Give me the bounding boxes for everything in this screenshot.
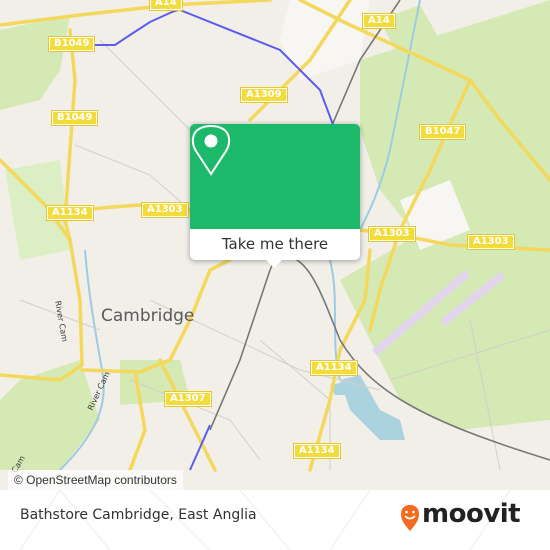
- road-a14: [0, 0, 272, 27]
- footer: Bathstore Cambridge, East Anglia moovit: [0, 490, 550, 550]
- road-label-a1303: A1303: [368, 226, 416, 242]
- green-area: [0, 15, 70, 110]
- map-view[interactable]: A14 A14 B1049 B1049 A1309 B1047 A1134 A1…: [0, 0, 550, 490]
- road-label-a14: A14: [362, 13, 396, 29]
- moovit-logo-text: moovit: [422, 499, 521, 529]
- moovit-smile-pin-icon: [401, 505, 419, 531]
- road-label-b1047: B1047: [418, 124, 467, 140]
- location-popup: Take me there: [190, 124, 360, 268]
- road-label-a1134: A1134: [293, 443, 341, 459]
- road-label-a1303: A1303: [141, 202, 189, 218]
- road-a1307: [158, 358, 217, 472]
- road-label-a1307: A1307: [164, 391, 212, 407]
- busway: [189, 424, 211, 471]
- place-title: Bathstore Cambridge, East Anglia: [20, 507, 257, 523]
- popup-header: [190, 124, 360, 229]
- road-label-a14: A14: [149, 0, 183, 11]
- road-label-a1134: A1134: [310, 360, 358, 376]
- road-label-b1049: B1049: [47, 36, 96, 52]
- road-label-a1303: A1303: [467, 234, 515, 250]
- city-label-cambridge: Cambridge: [101, 306, 195, 326]
- road-label-b1049: B1049: [50, 110, 99, 126]
- map-pin-icon: [191, 125, 231, 176]
- road: [0, 238, 84, 382]
- take-me-there-button[interactable]: Take me there: [190, 229, 360, 260]
- road-label-a1309: A1309: [240, 87, 288, 103]
- map-attribution[interactable]: © OpenStreetMap contributors: [8, 470, 183, 490]
- busway: [95, 9, 179, 46]
- popup-pointer: [265, 259, 283, 268]
- road-label-a1134: A1134: [46, 205, 94, 221]
